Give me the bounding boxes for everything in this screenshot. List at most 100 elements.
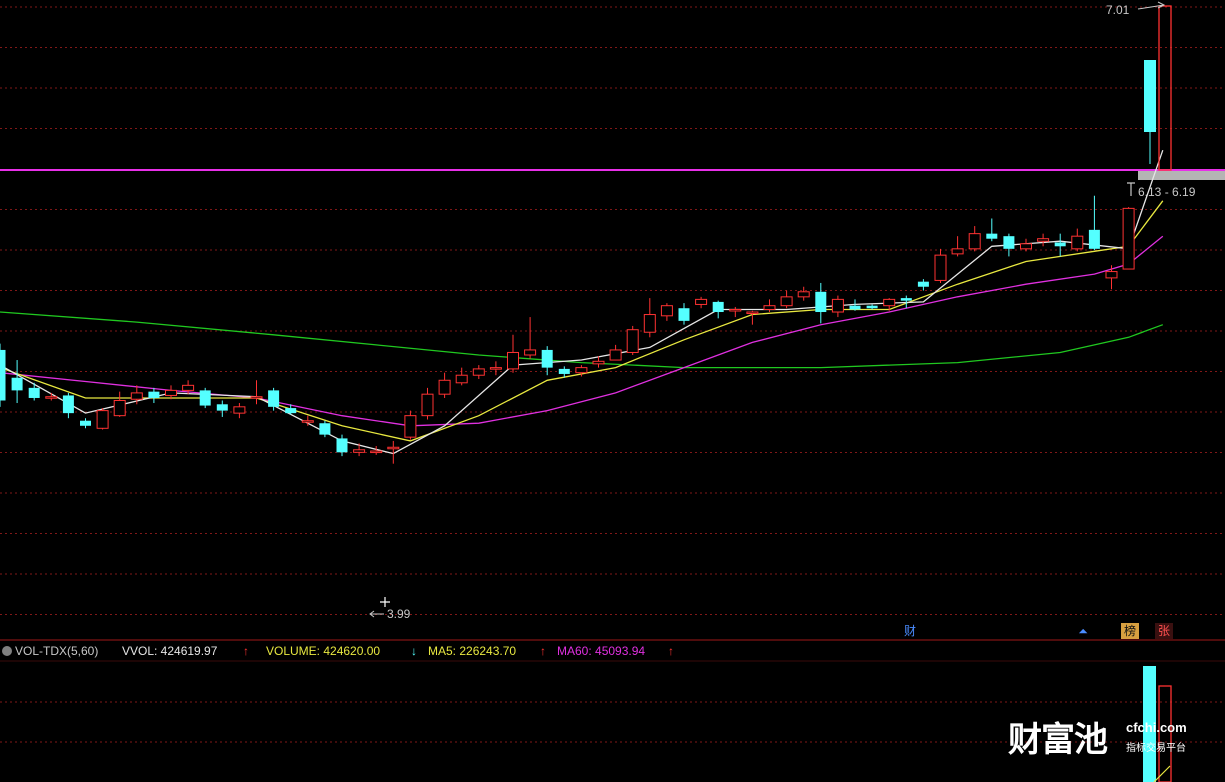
candle-body (558, 368, 570, 374)
low-arrow-icon (369, 610, 384, 618)
candle (421, 387, 434, 420)
candle-body (0, 349, 6, 401)
candle-body (438, 379, 451, 395)
candle-body (986, 233, 998, 239)
candle-body (1105, 271, 1118, 279)
candle-body (45, 396, 58, 399)
watermark-brand: 财富池 (1008, 720, 1108, 760)
range-marker-icon (1127, 182, 1135, 196)
candle (96, 408, 109, 430)
candle (45, 392, 58, 401)
candle-body (1020, 243, 1032, 250)
indicator-name[interactable]: VOL-TDX(5,60) (15, 641, 98, 661)
candle (353, 443, 366, 457)
candle (831, 295, 844, 318)
watermark-logo: 财富池 cfchi.com 指标交易平台 (1008, 712, 1223, 762)
volume-indicator-bar: VOL-TDX(5,60) VVOL: 424619.97 ↑ VOLUME: … (0, 641, 1225, 661)
candle (917, 279, 929, 291)
candle (0, 343, 6, 407)
candle (797, 286, 810, 301)
candle-body (233, 406, 246, 414)
candle (113, 391, 126, 417)
candle-body (1144, 60, 1156, 132)
candle-body (866, 305, 878, 309)
price-range-bar (1138, 171, 1225, 180)
candle (951, 236, 964, 257)
candle-body (387, 446, 400, 450)
indicator-menu-icon[interactable] (2, 646, 12, 656)
candle-body (1054, 242, 1066, 247)
range-price-label: 6.13 - 6.19 (1138, 185, 1196, 199)
candle-body (815, 291, 827, 313)
candle (199, 387, 211, 409)
candle-body (934, 254, 947, 281)
candle (62, 392, 74, 419)
candle (866, 304, 878, 310)
candle-body (28, 387, 40, 398)
candle-body (80, 420, 91, 426)
candle-body (250, 396, 263, 399)
ma60-up-arrow-icon: ↑ (668, 644, 674, 658)
candle (729, 306, 742, 318)
candle (472, 365, 485, 380)
candle-body (285, 408, 297, 414)
candle-body (301, 420, 314, 423)
candle-body (729, 308, 742, 312)
candle-body (62, 395, 74, 414)
candle (216, 400, 228, 417)
rank-marker[interactable]: 榜 (1121, 623, 1139, 639)
candle-body (831, 298, 844, 313)
candle (28, 382, 40, 401)
candle (11, 360, 23, 404)
candle-body (165, 389, 177, 396)
candle-body (507, 351, 519, 370)
candle (780, 290, 793, 309)
candle-body (489, 367, 502, 370)
candle (80, 418, 91, 429)
ma60-value: MA60: 45093.94 (557, 644, 646, 658)
low-price-label: 3.99 (387, 607, 411, 621)
candle-body (883, 298, 896, 307)
low-cross-icon (380, 597, 390, 607)
candle (541, 346, 553, 376)
candle-body (404, 415, 417, 438)
candle (626, 325, 639, 355)
high-price-label: 7.01 (1106, 3, 1130, 17)
candle-body (370, 450, 383, 454)
up-arrow-marker-icon[interactable]: ⏶ (1074, 623, 1092, 639)
candle-body (319, 423, 331, 435)
finance-marker[interactable]: 财 (901, 623, 919, 639)
stock-chart[interactable] (0, 0, 1225, 782)
candle-body (199, 390, 211, 406)
candle (1088, 195, 1100, 251)
ma60-path (0, 311, 1164, 369)
candle-body (1037, 238, 1050, 242)
volume-value: VOLUME: 424620.00 (266, 644, 381, 658)
candle (438, 372, 451, 398)
candle-body (849, 305, 861, 310)
candle-body (1003, 236, 1015, 249)
candle-body (524, 349, 537, 356)
ma5-value: MA5: 226243.70 (428, 644, 517, 658)
candle-body (968, 233, 981, 250)
candle-body (592, 360, 605, 365)
candle (455, 367, 468, 386)
candle-body (148, 391, 160, 398)
candle-body (113, 399, 126, 417)
candle-body (96, 410, 109, 429)
candle-body (678, 308, 690, 321)
candle-body (609, 349, 622, 361)
candle-body (917, 281, 929, 287)
limit-up-marker[interactable]: 张 (1155, 623, 1173, 639)
watermark-slogan: 指标交易平台 (1126, 743, 1186, 754)
candle-body (1122, 207, 1135, 270)
candle (404, 410, 417, 440)
candle-body (182, 384, 195, 391)
candle (233, 403, 246, 419)
candle-body (626, 329, 639, 353)
candle-body (541, 349, 553, 368)
candle (148, 387, 160, 404)
candle-body (455, 374, 468, 384)
price-grid (0, 6, 1225, 615)
candle-body (797, 291, 810, 298)
